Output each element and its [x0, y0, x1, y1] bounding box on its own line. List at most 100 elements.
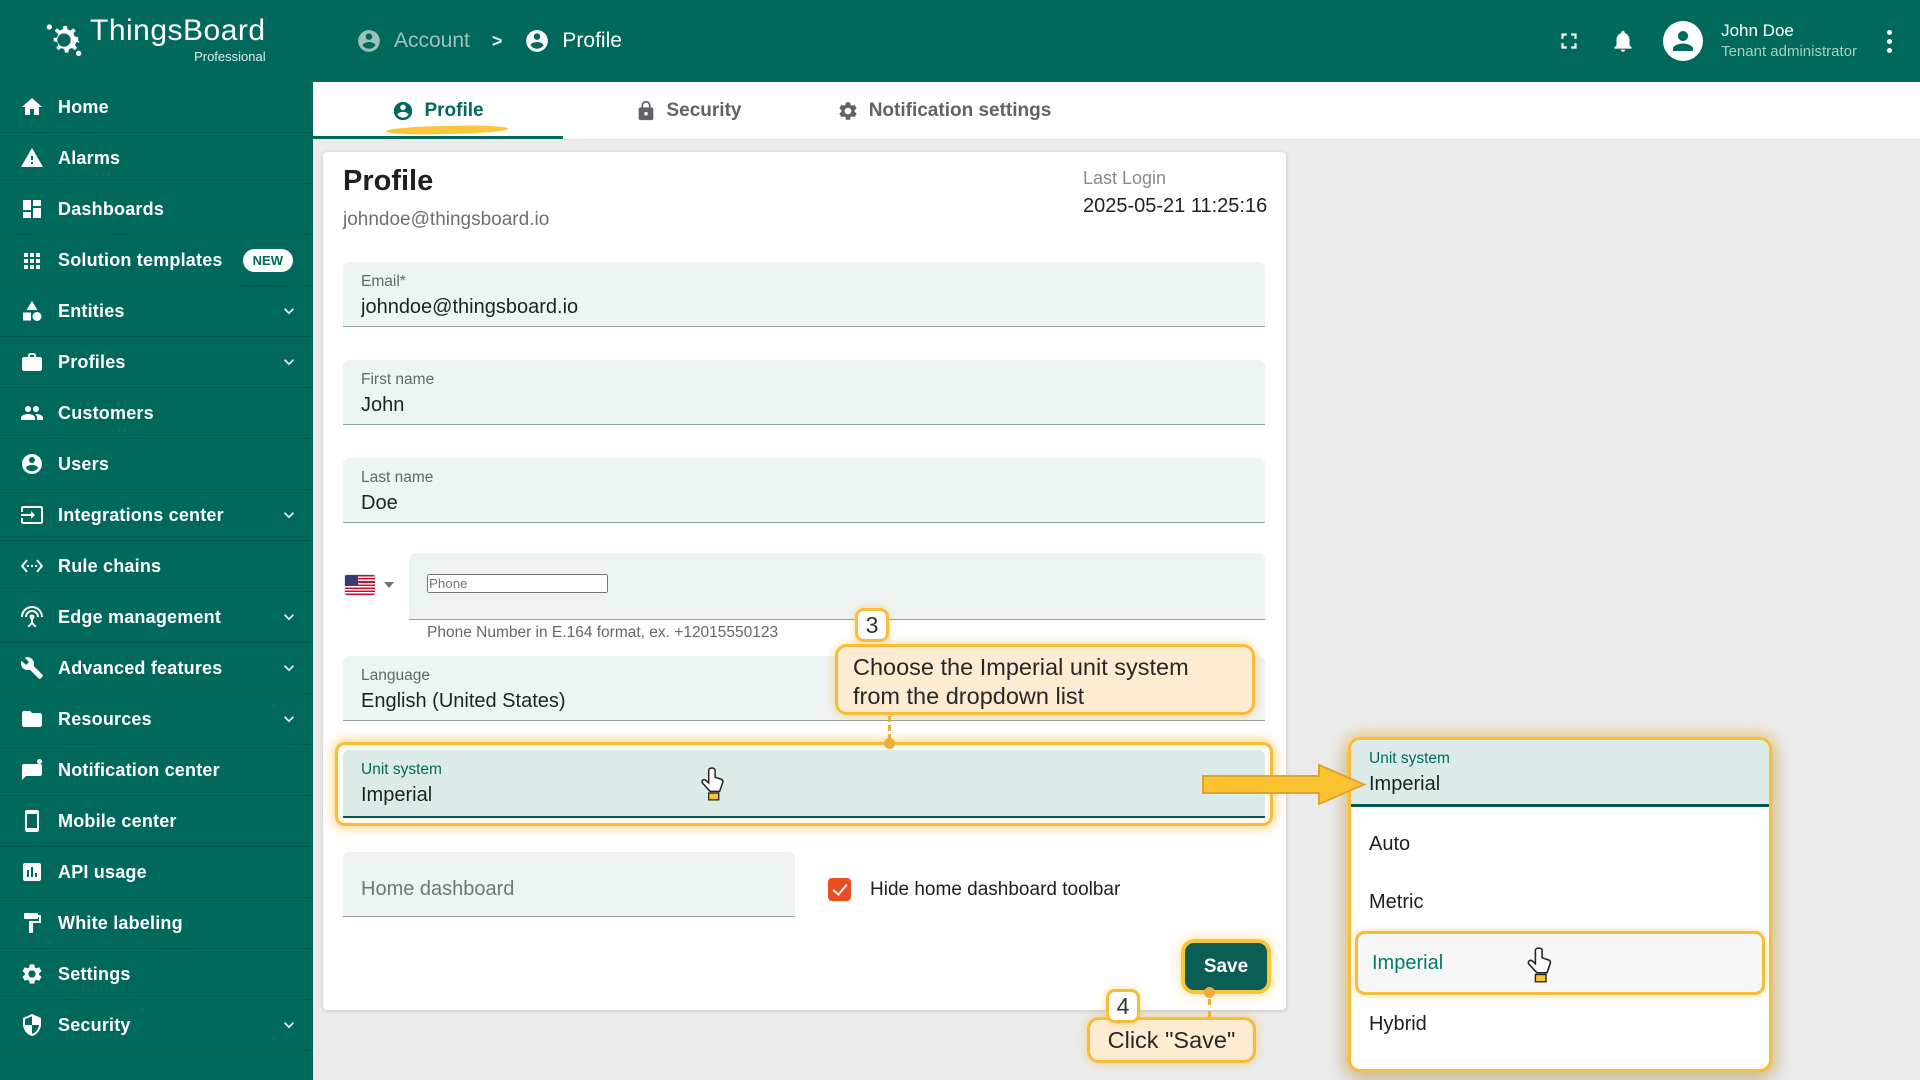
tutorial-step-3-connector	[888, 716, 891, 740]
fullscreen-button[interactable]	[1555, 27, 1583, 55]
active-tab-underline	[313, 136, 563, 139]
hand-cursor-icon	[701, 767, 724, 801]
profile-tab-label: Profile	[424, 99, 484, 121]
avatar[interactable]	[1663, 21, 1704, 61]
user-role: Tenant administrator	[1721, 43, 1857, 61]
fullscreen-icon	[1561, 33, 1577, 49]
sidebar-item-solution-templates[interactable]: Solution templates NEW	[0, 235, 313, 286]
phone-hint: Phone Number in E.164 format, ex. +12015…	[427, 624, 779, 641]
users-person-icon	[20, 452, 44, 476]
option-auto[interactable]: Auto	[1351, 815, 1769, 873]
profiles-badge-icon	[20, 350, 44, 374]
option-metric[interactable]: Metric	[1351, 873, 1769, 931]
email-field[interactable]: Email*	[343, 262, 1265, 327]
chevron-down-icon	[279, 301, 299, 321]
sidebar-item-api-usage[interactable]: API usage	[0, 847, 313, 898]
security-tab-label: Security	[666, 99, 742, 121]
page-subtitle-email: johndoe@thingsboard.io	[343, 209, 550, 230]
sidebar-item-rule-chains[interactable]: Rule chains	[0, 541, 313, 592]
unit-system-label: Unit system	[361, 761, 442, 778]
last-login-label: Last Login	[1083, 168, 1167, 188]
home-icon	[20, 95, 44, 119]
sidebar-item-settings[interactable]: Settings	[0, 949, 313, 1000]
sidebar-item-customers[interactable]: Customers	[0, 388, 313, 439]
tutorial-step-3-badge: 3	[855, 608, 889, 642]
topbar-actions: John Doe Tenant administrator	[1555, 0, 1896, 82]
resources-folder-icon	[20, 707, 44, 731]
hide-toolbar-label: Hide home dashboard toolbar	[870, 878, 1121, 900]
sidebar-item-notification-center[interactable]: Notification center	[0, 745, 313, 796]
tab-security[interactable]: Security	[563, 82, 813, 139]
last-login: Last Login 2025-05-21 11:25:16	[1083, 168, 1268, 218]
last-name-label: Last name	[361, 469, 434, 486]
tutorial-step-4-tooltip: Click "Save"	[1087, 1017, 1256, 1063]
tutorial-step-3-tooltip: Choose the Imperial unit system from the…	[835, 644, 1255, 715]
sidebar-item-entities[interactable]: Entities	[0, 286, 313, 337]
user-meta: John Doe Tenant administrator	[1721, 20, 1857, 62]
sidebar-item-users[interactable]: Users	[0, 439, 313, 490]
sidebar-item-security[interactable]: Security	[0, 1000, 313, 1051]
app-name: ThingsBoard	[90, 14, 266, 47]
profile-tab-icon	[394, 101, 413, 120]
last-name-field[interactable]: Last name	[343, 458, 1265, 523]
user-name: John Doe	[1721, 21, 1794, 41]
home-dashboard-input[interactable]	[361, 873, 777, 901]
top-bar: ThingsBoard Professional Account > Profi…	[0, 0, 1920, 82]
sidebar-item-mobile-center[interactable]: Mobile center	[0, 796, 313, 847]
hide-toolbar-checkbox[interactable]	[828, 878, 851, 901]
profile-breadcrumb-icon	[526, 30, 549, 52]
sidebar: Home Alarms Dashboards Solution template…	[0, 82, 313, 1080]
tab-notification-settings[interactable]: Notification settings	[813, 82, 1075, 139]
breadcrumb-account[interactable]: Account	[394, 29, 470, 53]
profile-card: Profile johndoe@thingsboard.io Last Logi…	[323, 152, 1286, 1010]
phone-row	[343, 553, 1265, 620]
sidebar-item-profiles[interactable]: Profiles	[0, 337, 313, 388]
email-label: Email*	[361, 273, 406, 290]
sidebar-item-dashboards[interactable]: Dashboards	[0, 184, 313, 235]
last-name-input[interactable]	[361, 487, 1247, 515]
more-menu-button[interactable]	[1883, 26, 1896, 57]
api-usage-chart-icon	[20, 860, 44, 884]
option-imperial[interactable]: Imperial	[1355, 931, 1765, 995]
sidebar-item-home[interactable]: Home	[0, 82, 313, 133]
chevron-down-icon	[279, 607, 299, 627]
first-name-input[interactable]	[361, 389, 1247, 417]
tutorial-step-4-connector	[1208, 999, 1211, 1017]
notification-center-icon	[20, 758, 44, 782]
breadcrumb-separator: >	[491, 30, 503, 51]
sidebar-item-advanced-features[interactable]: Advanced features	[0, 643, 313, 694]
phone-field[interactable]	[409, 553, 1265, 620]
caret-down-icon	[384, 582, 394, 588]
option-hybrid[interactable]: Hybrid	[1351, 995, 1769, 1053]
security-shield-icon	[20, 1013, 44, 1037]
sidebar-item-edge-management[interactable]: Edge management	[0, 592, 313, 643]
edge-antenna-icon	[20, 605, 44, 629]
save-button[interactable]: Save	[1185, 943, 1267, 990]
sidebar-item-white-labeling[interactable]: White labeling	[0, 898, 313, 949]
solution-templates-icon	[20, 248, 44, 272]
tutorial-step-3-connector-dot	[884, 738, 895, 749]
advanced-features-tools-icon	[20, 656, 44, 680]
page: ThingsBoard Professional Account > Profi…	[0, 0, 1920, 1080]
unit-system-dropdown-field[interactable]: Unit system Imperial	[1351, 740, 1769, 807]
thingsboard-logo[interactable]: ThingsBoard Professional	[44, 14, 266, 64]
notification-settings-tab-label: Notification settings	[868, 99, 1052, 121]
phone-country-select[interactable]	[345, 575, 394, 595]
unit-system-value: Imperial	[361, 784, 433, 806]
unit-system-field[interactable]: Unit system Imperial	[343, 750, 1265, 818]
notifications-button[interactable]	[1609, 27, 1637, 55]
tab-profile[interactable]: Profile	[313, 82, 563, 139]
sidebar-item-integrations-center[interactable]: Integrations center	[0, 490, 313, 541]
phone-input[interactable]	[427, 574, 608, 593]
first-name-field[interactable]: First name	[343, 360, 1265, 425]
sidebar-item-resources[interactable]: Resources	[0, 694, 313, 745]
chevron-down-icon	[279, 1015, 299, 1035]
sidebar-item-alarms[interactable]: Alarms	[0, 133, 313, 184]
thingsboard-logo-icon	[46, 24, 82, 56]
last-login-value: 2025-05-21 11:25:16	[1083, 195, 1268, 217]
email-input[interactable]	[361, 291, 1247, 319]
hand-cursor-icon	[1527, 947, 1552, 983]
app-edition: Professional	[194, 49, 266, 64]
home-dashboard-field[interactable]	[343, 852, 795, 917]
hide-toolbar-row: Hide home dashboard toolbar	[828, 878, 1120, 901]
